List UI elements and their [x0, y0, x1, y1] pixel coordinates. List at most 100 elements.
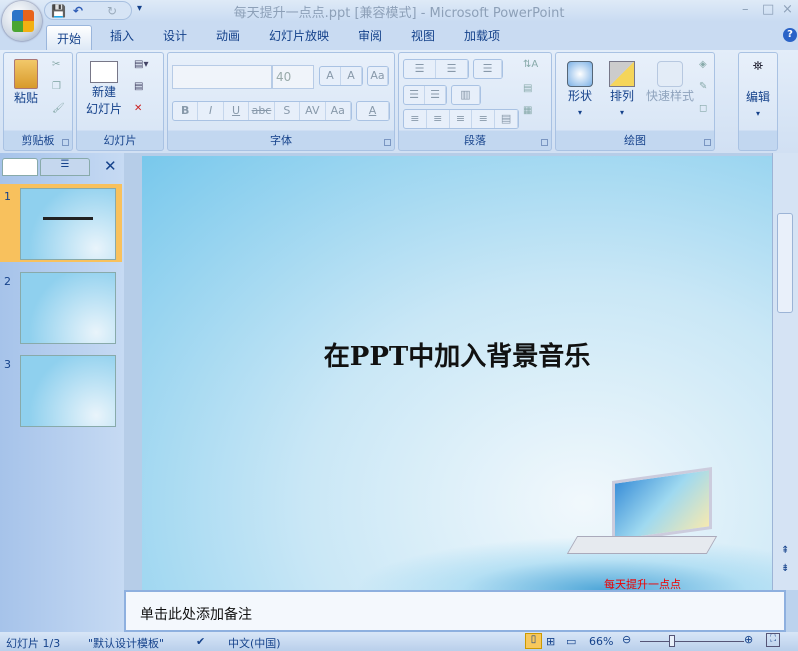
normal-view-button[interactable]: ▯ — [525, 633, 542, 649]
font-size-select[interactable]: 40 — [272, 65, 314, 89]
char-spacing-button[interactable]: AV — [300, 102, 326, 120]
group-paragraph: ☰ ☰ ☰ ☰ ☰ ▥ ≡ ≡ ≡ ≡ ▤ ⇅A ▤ ▦ 段落 — [398, 52, 552, 151]
notes-pane[interactable]: 单击此处添加备注 — [124, 590, 786, 632]
justify-button[interactable]: ≡ — [472, 110, 496, 128]
paste-button[interactable]: 粘贴 — [8, 59, 44, 106]
zoom-in-button[interactable]: ⊕ — [744, 633, 753, 646]
zoom-slider-thumb[interactable] — [669, 635, 675, 647]
slide-canvas[interactable]: 在PPT中加入背景音乐 每天提升一点点 — [142, 156, 772, 591]
change-case-button[interactable]: Aa — [326, 102, 351, 120]
distribute-button[interactable]: ▤ — [495, 110, 518, 128]
align-right-button[interactable]: ≡ — [450, 110, 473, 128]
undo-icon[interactable]: ↶ — [73, 4, 83, 18]
grow-font-button[interactable]: A — [320, 67, 341, 85]
align-text-icon[interactable]: ▤ — [523, 83, 532, 94]
arrange-icon — [609, 61, 635, 87]
previous-slide-icon[interactable]: ⇞ — [781, 545, 789, 556]
new-slide-button[interactable]: 新建 幻灯片 — [81, 61, 127, 117]
bullets-button[interactable]: ☰ — [404, 60, 436, 78]
quick-styles-button[interactable]: 快速样式 — [644, 61, 696, 104]
slide-title[interactable]: 在PPT中加入背景音乐 — [142, 336, 772, 373]
font-name-select[interactable] — [172, 65, 272, 89]
line-spacing-button[interactable]: ☰ — [474, 60, 502, 78]
fit-to-window-button[interactable]: ⛶ — [766, 633, 780, 647]
bold-button[interactable]: B — [173, 102, 199, 120]
underline-button[interactable]: U — [224, 102, 250, 120]
tab-animation[interactable]: 动画 — [216, 27, 240, 44]
tab-slides[interactable] — [2, 158, 38, 176]
close-pane-icon[interactable]: ✕ — [104, 157, 117, 175]
slide-thumbnail-3[interactable] — [20, 355, 116, 427]
shadow-button[interactable]: S — [275, 102, 301, 120]
tab-view[interactable]: 视图 — [411, 27, 435, 44]
close-button[interactable]: × — [782, 2, 793, 17]
shape-outline-icon[interactable]: ✎ — [699, 81, 707, 92]
delete-slide-icon[interactable]: ✕ — [134, 103, 142, 114]
strikethrough-button[interactable]: abc — [249, 102, 275, 120]
help-icon[interactable]: ? — [783, 28, 797, 42]
language-indicator[interactable]: 中文(中国) — [228, 635, 281, 651]
save-icon[interactable]: 💾 — [51, 4, 66, 18]
numbering-button[interactable]: ☰ — [436, 60, 468, 78]
tab-design[interactable]: 设计 — [163, 27, 187, 44]
zoom-out-button[interactable]: ⊖ — [622, 633, 631, 646]
align-center-button[interactable]: ≡ — [427, 110, 450, 128]
slide-thumbnail-1[interactable] — [20, 188, 116, 260]
clipboard-icon — [14, 59, 38, 89]
slideshow-button[interactable]: ▭ — [566, 635, 576, 648]
shapes-button[interactable]: 形状 ▾ — [560, 61, 600, 118]
laptop-image — [612, 466, 712, 544]
format-painter-icon[interactable]: 🖌 — [52, 103, 65, 114]
increase-indent-button[interactable]: ☰ — [425, 86, 446, 104]
next-slide-icon[interactable]: ⇟ — [781, 563, 789, 574]
minimize-button[interactable]: – — [742, 2, 749, 17]
arrange-button[interactable]: 排列 ▾ — [602, 61, 642, 118]
dialog-launcher-icon[interactable] — [62, 139, 69, 146]
editing-label: 编辑 — [745, 90, 770, 104]
notes-placeholder[interactable]: 单击此处添加备注 — [140, 604, 252, 624]
status-bar: 幻灯片 1/3 "默认设计模板" ✔ 中文(中国) ▯ ⊞ ▭ 66% ⊖ ⊕ … — [0, 632, 798, 651]
layout-icon[interactable]: ▤▾ — [134, 59, 148, 70]
copy-icon[interactable]: ❐ — [52, 81, 61, 92]
decrease-indent-button[interactable]: ☰ — [404, 86, 425, 104]
shrink-font-button[interactable]: A — [341, 67, 362, 85]
tab-review[interactable]: 审阅 — [358, 27, 382, 44]
new-slide-icon — [90, 61, 118, 83]
tab-outline[interactable]: ☰ — [40, 158, 90, 176]
font-color-button[interactable]: A — [357, 102, 389, 120]
tab-slideshow[interactable]: 幻灯片放映 — [269, 27, 329, 44]
text-direction-icon[interactable]: ⇅A — [523, 59, 538, 70]
shape-fill-icon[interactable]: ◈ — [699, 59, 707, 70]
cut-icon[interactable]: ✂ — [52, 59, 60, 70]
tab-addins[interactable]: 加载项 — [464, 27, 500, 44]
scrollbar-thumb[interactable] — [777, 213, 793, 313]
theme-name[interactable]: "默认设计模板" — [88, 635, 164, 651]
zoom-slider[interactable] — [640, 641, 744, 642]
slide-sorter-button[interactable]: ⊞ — [546, 635, 555, 648]
dialog-launcher-icon[interactable] — [384, 139, 391, 146]
group-label: 段落 — [464, 134, 486, 147]
zoom-level[interactable]: 66% — [589, 635, 613, 648]
group-font: 40 AA Aa B I U abc S AV Aa A 字体 — [167, 52, 395, 151]
clear-format-button[interactable]: Aa — [368, 67, 388, 85]
smartart-icon[interactable]: ▦ — [523, 105, 532, 116]
group-drawing: 形状 ▾ 排列 ▾ 快速样式 ◈ ✎ ◻ 绘图 — [555, 52, 715, 151]
italic-button[interactable]: I — [198, 102, 224, 120]
qat-customize-icon[interactable]: ▾ — [137, 3, 142, 14]
align-left-button[interactable]: ≡ — [404, 110, 427, 128]
spell-check-icon[interactable]: ✔ — [196, 635, 205, 648]
tab-home[interactable]: 开始 — [46, 25, 92, 51]
vertical-scrollbar[interactable]: ⇞ ⇟ — [772, 153, 798, 590]
redo-icon[interactable]: ↻ — [107, 4, 117, 18]
office-button[interactable] — [2, 1, 42, 41]
shape-effects-icon[interactable]: ◻ — [699, 103, 707, 114]
dialog-launcher-icon[interactable] — [541, 139, 548, 146]
reset-icon[interactable]: ▤ — [134, 81, 143, 92]
dialog-launcher-icon[interactable] — [704, 139, 711, 146]
tab-insert[interactable]: 插入 — [110, 27, 134, 44]
slide-thumbnail-2[interactable] — [20, 272, 116, 344]
columns-button[interactable]: ▥ — [452, 86, 480, 104]
maximize-button[interactable]: □ — [762, 2, 774, 17]
editing-button[interactable]: ⛯ 编辑 ▾ — [741, 59, 775, 119]
ribbon: 粘贴 ✂ ❐ 🖌 剪贴板 新建 幻灯片 ▤▾ ▤ ✕ 幻灯片 40 AA Aa … — [0, 50, 798, 153]
